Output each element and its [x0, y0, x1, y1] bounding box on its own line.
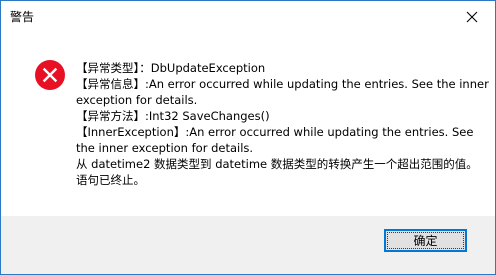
title-bar[interactable]: 警告	[1, 1, 495, 32]
message-line: 从 datetime2 数据类型到 datetime 数据类型的转换产生一个超出…	[76, 157, 478, 171]
message-line: the inner exception for details.	[76, 141, 254, 155]
message-line: 【InnerException】:An error occurred while…	[76, 125, 474, 139]
message-line: 【异常信息】:An error occurred while updating …	[76, 77, 489, 91]
close-icon	[466, 11, 478, 23]
message-line: 语句已终止。	[76, 173, 145, 187]
close-button[interactable]	[449, 1, 495, 32]
message-line: 【异常类型】：DbUpdateException	[76, 61, 266, 75]
ok-button[interactable]: 确定	[384, 229, 467, 252]
message-box-window: 警告 【异常类型】：DbUpdateException 【异常信息】:An er…	[0, 0, 496, 275]
ok-button-label: 确定	[413, 234, 438, 248]
error-message: 【异常类型】：DbUpdateException 【异常信息】:An error…	[76, 60, 489, 188]
window-title: 警告	[10, 10, 35, 24]
message-line: 【异常方法】:Int32 SaveChanges()	[76, 109, 270, 123]
button-bar: 确定	[1, 216, 495, 274]
error-icon	[34, 59, 66, 91]
message-content-area: 【异常类型】：DbUpdateException 【异常信息】:An error…	[1, 32, 495, 216]
message-line: exception for details.	[76, 93, 198, 107]
